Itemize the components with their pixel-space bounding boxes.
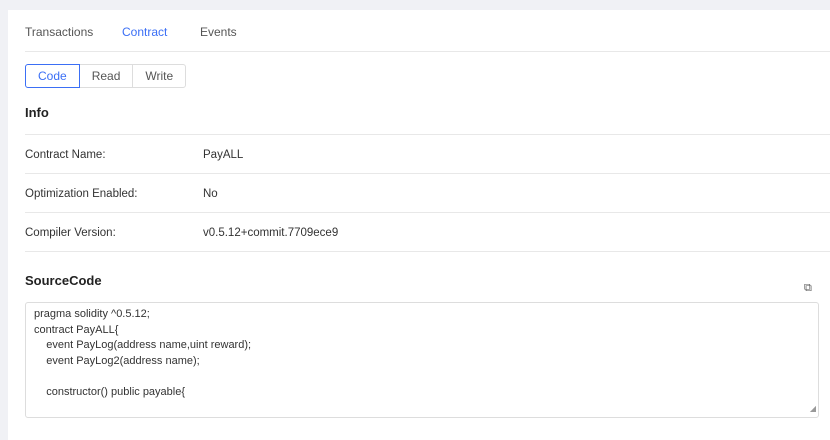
value: PayALL (203, 149, 244, 161)
source-code-textarea[interactable]: pragma solidity ^0.5.12; contract PayALL… (25, 302, 819, 418)
info-row-optimization: Optimization Enabled: No (25, 173, 830, 212)
tab-contract[interactable]: Contract (122, 25, 167, 39)
tab-transactions[interactable]: Transactions (25, 25, 93, 39)
write-button[interactable]: Write (132, 64, 187, 88)
info-row-contract-name: Contract Name: PayALL (25, 134, 830, 173)
code-view-switch: Code Read Write (25, 64, 187, 88)
copy-icon[interactable]: ⧉ (804, 282, 812, 295)
info-row-compiler: Compiler Version: v0.5.12+commit.7709ece9 (25, 212, 830, 252)
tab-events[interactable]: Events (200, 25, 237, 39)
resize-handle[interactable]: ◢ (810, 401, 816, 417)
info-title: Info (25, 105, 49, 120)
value: v0.5.12+commit.7709ece9 (203, 227, 339, 239)
label: Compiler Version: (25, 227, 116, 239)
code-button[interactable]: Code (25, 64, 80, 88)
value: No (203, 188, 218, 200)
label: Contract Name: (25, 149, 106, 161)
source-title: SourceCode (25, 273, 102, 288)
read-button[interactable]: Read (78, 64, 134, 88)
tab-bar: Transactions Contract Events (25, 10, 830, 52)
contract-card: Transactions Contract Events Code Read W… (8, 10, 830, 440)
label: Optimization Enabled: (25, 188, 138, 200)
